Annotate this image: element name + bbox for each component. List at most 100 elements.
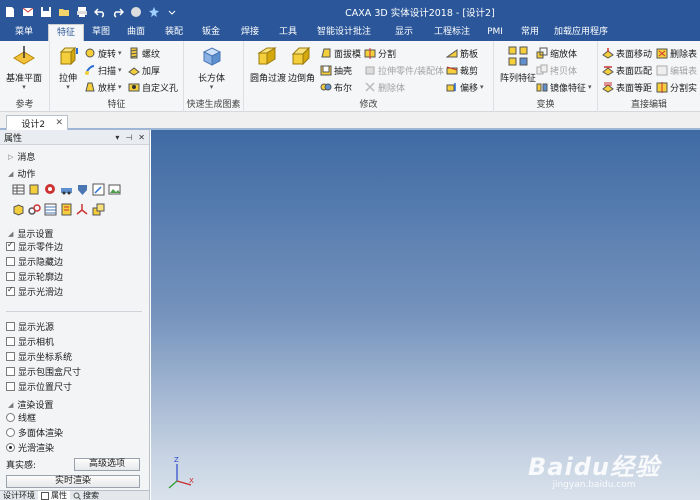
render-smooth[interactable]: 光滑渲染 xyxy=(6,441,54,454)
tab-search[interactable]: 搜索 xyxy=(70,491,102,500)
mirror-feature-icon xyxy=(536,83,548,92)
render-wireframe[interactable]: 线框 xyxy=(6,411,36,424)
cube-icon[interactable] xyxy=(12,203,25,216)
edit-icon[interactable] xyxy=(92,183,105,196)
option-show-light[interactable]: 显示光源 xyxy=(6,320,54,333)
realtime-render-button[interactable]: 实时渲染 xyxy=(6,475,140,488)
link-icon[interactable] xyxy=(28,203,41,216)
tab-load-apps[interactable]: 加载应用程序 xyxy=(550,24,612,41)
scale-body-button[interactable]: 缩放体 xyxy=(536,46,577,60)
radio-button[interactable] xyxy=(6,443,15,452)
option-show-coord-system[interactable]: 显示坐标系统 xyxy=(6,350,72,363)
extrude-button[interactable]: 拉伸 ▾ xyxy=(56,44,80,91)
table-icon[interactable] xyxy=(12,183,25,196)
option-show-smooth-edges[interactable]: 显示光滑边 xyxy=(6,285,63,298)
copy-body-button[interactable]: 拷贝体 xyxy=(536,63,577,77)
tab-display[interactable]: 显示 xyxy=(384,24,424,41)
checkbox[interactable] xyxy=(6,240,15,251)
render-polyhedral[interactable]: 多面体渲染 xyxy=(6,426,63,439)
section-render[interactable]: ◢ 渲染设置 xyxy=(8,398,53,412)
custom-hole-button[interactable]: 自定义孔 xyxy=(128,80,178,94)
face-match-button[interactable]: 表面匹配 xyxy=(602,63,652,77)
boolean-button[interactable]: 布尔 xyxy=(320,80,352,94)
car-icon[interactable] xyxy=(60,183,73,196)
checkbox[interactable] xyxy=(6,382,15,391)
sweep-button[interactable]: 扫描 ▾ xyxy=(84,63,122,77)
tab-properties[interactable]: 属性 xyxy=(38,491,70,500)
shield-icon[interactable] xyxy=(76,183,89,196)
3d-viewport[interactable]: Z X Baidu经验 jingyan.baidu.com xyxy=(151,130,700,500)
delete-body-icon xyxy=(365,82,375,92)
option-show-hidden-edges[interactable]: 显示隐藏边 xyxy=(6,255,63,268)
option-show-camera[interactable]: 显示相机 xyxy=(6,335,54,348)
split-button[interactable]: 分割 xyxy=(364,46,396,60)
tab-design-environment[interactable]: 设计环境 xyxy=(0,491,38,500)
section-message[interactable]: ▷ 消息 xyxy=(8,150,35,164)
delete-face-button[interactable]: 删除表 xyxy=(656,46,697,60)
tab-pmi[interactable]: PMI xyxy=(480,24,510,41)
rib-button[interactable]: 筋板 xyxy=(446,46,478,60)
tab-menu[interactable]: 菜单 xyxy=(0,24,48,41)
shell-button[interactable]: 抽壳 xyxy=(320,63,352,77)
part-icon[interactable] xyxy=(28,183,41,196)
checkbox[interactable] xyxy=(6,337,15,346)
tab-surface[interactable]: 曲面 xyxy=(118,24,154,41)
close-icon[interactable]: ✕ xyxy=(138,133,145,142)
mirror-feature-button[interactable]: 镜像特征 ▾ xyxy=(536,80,592,94)
face-equal-button[interactable]: 表面等距 xyxy=(602,80,652,94)
tab-assembly[interactable]: 装配 xyxy=(154,24,194,41)
pin-icon[interactable]: ⊣ xyxy=(125,133,132,142)
cut-icon xyxy=(446,66,458,75)
delete-body-button[interactable]: 删除体 xyxy=(364,80,405,94)
tab-tools[interactable]: 工具 xyxy=(272,24,304,41)
option-show-bbox-size[interactable]: 显示包围盒尺寸 xyxy=(6,365,81,378)
chamfer-button[interactable]: 边倒角 xyxy=(288,44,315,84)
tab-common[interactable]: 常用 xyxy=(510,24,550,41)
checkbox[interactable] xyxy=(6,285,15,296)
coordinate-icon[interactable] xyxy=(76,203,89,216)
box-stack-icon[interactable] xyxy=(92,203,105,216)
tab-welding[interactable]: 焊接 xyxy=(228,24,272,41)
thread-button[interactable]: 螺纹 xyxy=(128,46,160,60)
thicken-button[interactable]: 加厚 xyxy=(128,63,160,77)
option-show-silhouette-edges[interactable]: 显示轮廓边 xyxy=(6,270,63,283)
face-move-button[interactable]: 表面移动 xyxy=(602,46,652,60)
option-show-part-edges[interactable]: 显示零件边 xyxy=(6,240,63,253)
rotate-button[interactable]: 旋转 ▾ xyxy=(84,46,122,60)
offset-button[interactable]: 偏移 ▾ xyxy=(446,80,484,94)
checkbox[interactable] xyxy=(6,352,15,361)
array-feature-button[interactable]: 阵列特征 xyxy=(500,44,536,84)
checkbox[interactable] xyxy=(6,257,15,266)
chevron-down-icon[interactable]: ▾ xyxy=(115,133,119,142)
tab-sheet-metal[interactable]: 钣金 xyxy=(194,24,228,41)
table-grid-icon[interactable] xyxy=(44,203,57,216)
checkbox[interactable] xyxy=(6,367,15,376)
edit-face-button[interactable]: 编辑表 xyxy=(656,63,697,77)
fillet-button[interactable]: 圆角过渡 xyxy=(250,44,286,84)
tab-feature[interactable]: 特征 xyxy=(48,24,84,41)
radio-button[interactable] xyxy=(6,428,15,437)
base-plane-button[interactable]: 基准平面 ▾ xyxy=(6,44,42,91)
checkbox[interactable] xyxy=(6,322,15,331)
section-action[interactable]: ◢ 动作 xyxy=(8,167,35,181)
option-show-position-size[interactable]: 显示位置尺寸 xyxy=(6,380,72,393)
loft-button[interactable]: 放样 ▾ xyxy=(84,80,122,94)
close-icon[interactable]: ✕ xyxy=(55,118,63,128)
radio-button[interactable] xyxy=(6,413,15,422)
tab-engineering-annotation[interactable]: 工程标注 xyxy=(424,24,480,41)
draft-button[interactable]: 面拔模 xyxy=(320,46,361,60)
bom-icon[interactable] xyxy=(60,203,73,216)
image-icon[interactable] xyxy=(108,183,121,196)
face-equal-icon xyxy=(602,82,614,93)
advanced-options-button[interactable]: 高级选项 xyxy=(74,458,140,471)
stretch-part-button[interactable]: 拉伸零件/装配体 xyxy=(364,63,444,77)
assembly-icon[interactable] xyxy=(44,183,57,196)
section-display[interactable]: ◢ 显示设置 xyxy=(8,227,53,241)
split-face-button[interactable]: 分割实 xyxy=(656,80,697,94)
document-tab[interactable]: 设计2 ✕ xyxy=(6,115,68,130)
tab-smart-annotation[interactable]: 智能设计批注 xyxy=(304,24,384,41)
tab-sketch[interactable]: 草图 xyxy=(84,24,118,41)
cuboid-button[interactable]: 长方体 ▾ xyxy=(198,44,225,91)
cut-button[interactable]: 裁剪 xyxy=(446,63,478,77)
checkbox[interactable] xyxy=(6,272,15,281)
